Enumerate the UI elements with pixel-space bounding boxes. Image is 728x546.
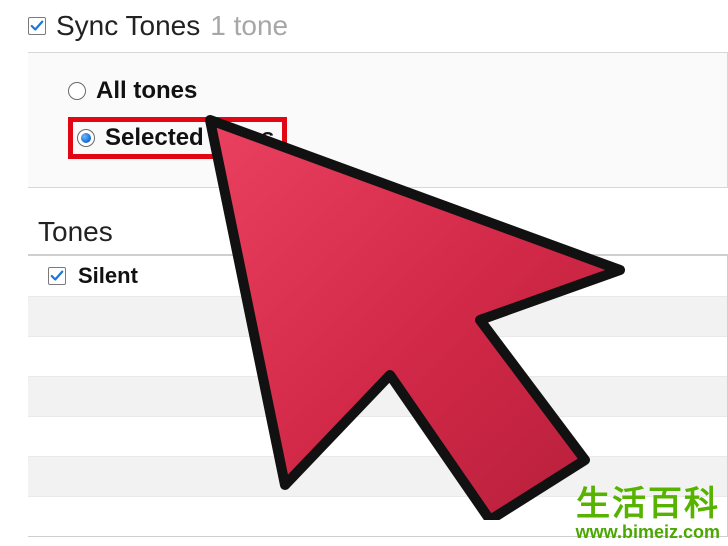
tone-row-empty — [28, 376, 727, 416]
tones-list: Silent — [28, 255, 728, 537]
tone-row-empty — [28, 296, 727, 336]
check-icon — [50, 269, 64, 283]
sync-tones-title: Sync Tones — [56, 10, 200, 42]
option-all-tones-label: All tones — [96, 77, 197, 105]
selected-tones-highlight: Selected tones — [68, 117, 287, 159]
tone-row-label: Silent — [78, 263, 138, 289]
option-selected-tones[interactable]: Selected tones — [68, 111, 727, 165]
tone-row-empty — [28, 456, 727, 496]
radio-selected-tones[interactable] — [77, 129, 95, 147]
tone-row-empty — [28, 496, 727, 536]
tone-scope-options: All tones Selected tones — [28, 52, 728, 188]
tone-row-silent[interactable]: Silent — [28, 256, 727, 296]
tone-row-empty — [28, 336, 727, 376]
sync-tones-panel: Sync Tones 1 tone All tones Selected ton… — [0, 0, 728, 546]
tones-section-title: Tones — [38, 216, 728, 248]
tone-row-empty — [28, 416, 727, 456]
radio-all-tones[interactable] — [68, 82, 86, 100]
option-all-tones[interactable]: All tones — [68, 71, 727, 111]
sync-tones-checkbox[interactable] — [28, 17, 46, 35]
sync-tones-header: Sync Tones 1 tone — [28, 10, 728, 42]
option-selected-tones-label: Selected tones — [105, 124, 274, 152]
tone-silent-checkbox[interactable] — [48, 267, 66, 285]
sync-tones-count: 1 tone — [210, 10, 288, 42]
check-icon — [30, 19, 44, 33]
